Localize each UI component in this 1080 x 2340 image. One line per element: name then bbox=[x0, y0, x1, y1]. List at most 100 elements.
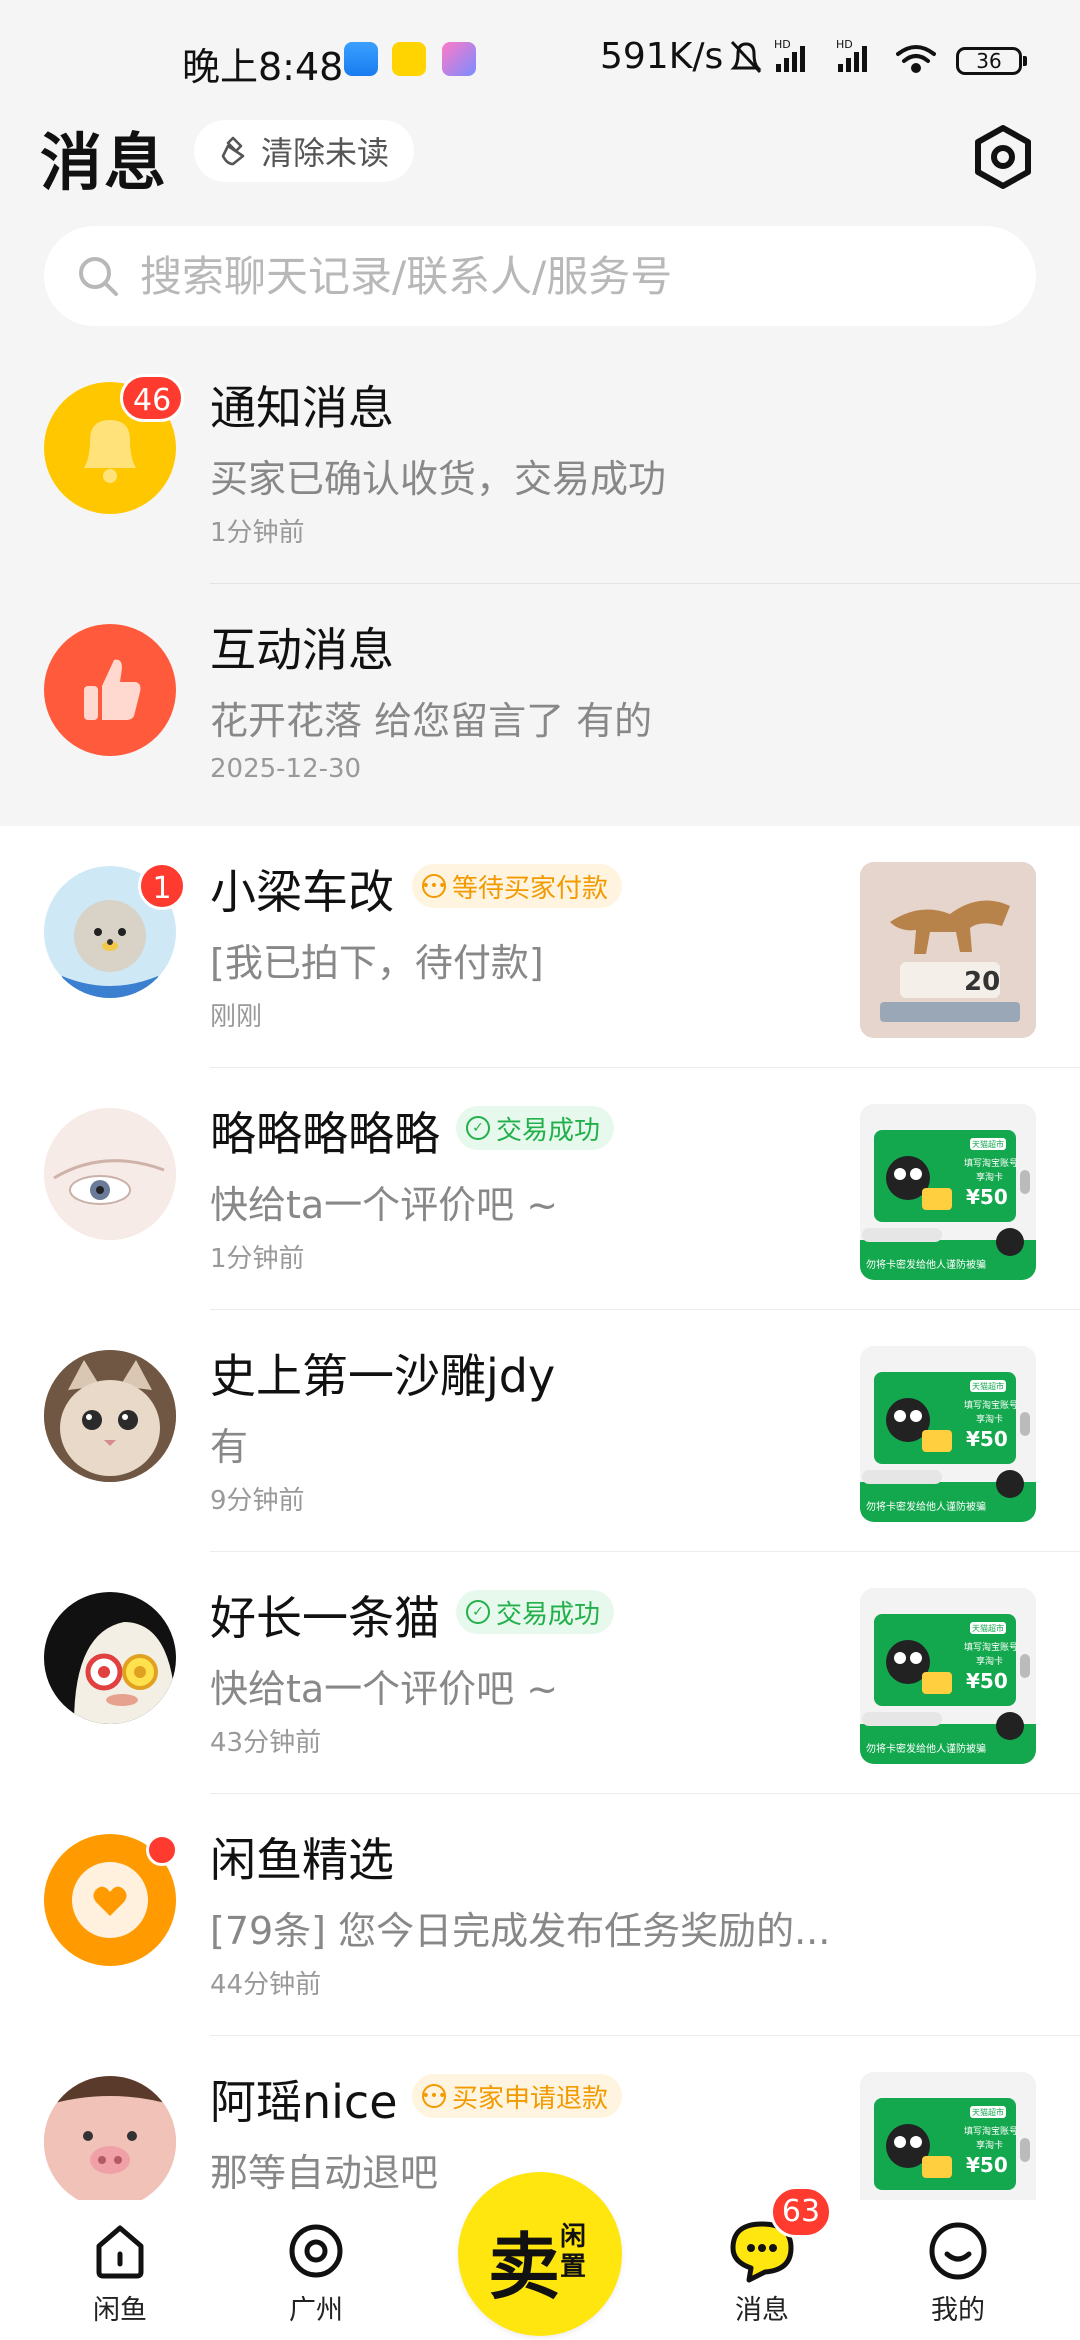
tab-profile[interactable]: 我的 bbox=[888, 2218, 1028, 2338]
chat-row[interactable]: 略略略略略 ✓ 交易成功 快给ta一个评价吧 ~ 1分钟前 天猫超市 填写淘宝账… bbox=[0, 1068, 1080, 1310]
pending-icon: ••• bbox=[422, 2084, 446, 2108]
chat-row[interactable]: 史上第一沙雕jdy 有 9分钟前 天猫超市 填写淘宝账号 享淘卡 ¥50 勿将卡… bbox=[0, 1310, 1080, 1552]
horse-figurine-image: 20 bbox=[860, 862, 1036, 1038]
row-time: 2025-12-30 bbox=[210, 754, 362, 784]
order-status-label: 交易成功 bbox=[496, 1115, 601, 1146]
clear-unread-label: 清除未读 bbox=[260, 134, 389, 172]
app-notification-icon bbox=[442, 42, 476, 76]
tab-home[interactable]: 闲鱼 bbox=[50, 2218, 190, 2338]
row-preview: [79条] 您今日完成发布任务奖励的... bbox=[210, 1909, 831, 1953]
row-preview: 快给ta一个评价吧 ~ bbox=[210, 1183, 559, 1227]
taobao-card-image: 天猫超市 填写淘宝账号 享淘卡 ¥50 勿将卡密发给他人谨防被骗 bbox=[860, 1346, 1036, 1522]
row-preview: 花开花落 给您留言了 有的 bbox=[210, 699, 653, 743]
anime-eye-avatar-icon bbox=[44, 1108, 176, 1240]
cat-photo-avatar-icon bbox=[44, 1350, 176, 1482]
check-circle-icon: ✓ bbox=[466, 1600, 490, 1624]
chat-name: 阿瑶nice bbox=[210, 2075, 398, 2129]
unread-badge: 1 bbox=[138, 862, 186, 910]
notification-messages-row[interactable]: 46 通知消息 买家已确认收货，交易成功 1分钟前 bbox=[0, 342, 1080, 584]
tab-label: 消息 bbox=[735, 2295, 789, 2326]
lollipop-grandma-avatar-icon bbox=[44, 1592, 176, 1724]
smile-face-icon bbox=[929, 2222, 987, 2280]
battery-indicator: 36 bbox=[956, 47, 1027, 75]
item-thumbnail[interactable]: 20 bbox=[860, 862, 1036, 1038]
order-status-tag: ✓ 交易成功 bbox=[456, 1590, 615, 1634]
card-line1: 填写淘宝账号 bbox=[964, 2125, 1018, 2137]
chat-row[interactable]: 闲鱼精选 [79条] 您今日完成发布任务奖励的... 44分钟前 bbox=[0, 1794, 1080, 2036]
row-time: 1分钟前 bbox=[210, 518, 305, 548]
card-brand: 天猫超市 bbox=[972, 2107, 1004, 2117]
unread-badge: 46 bbox=[120, 374, 185, 422]
card-line1: 填写淘宝账号 bbox=[964, 1641, 1018, 1653]
row-time: 1分钟前 bbox=[210, 1244, 305, 1274]
status-icons: HD HD bbox=[730, 38, 936, 74]
card-line1: 填写淘宝账号 bbox=[964, 1157, 1018, 1169]
card-brand: 天猫超市 bbox=[972, 1139, 1004, 1149]
tab-location[interactable]: 广州 bbox=[246, 2218, 386, 2338]
app-notification-icon bbox=[392, 42, 426, 76]
chat-row[interactable]: 好长一条猫 ✓ 交易成功 快给ta一个评价吧 ~ 43分钟前 天猫超市 填写淘宝… bbox=[0, 1552, 1080, 1794]
item-thumbnail[interactable]: 天猫超市 填写淘宝账号 享淘卡 ¥50 勿将卡密发给他人谨防被骗 bbox=[860, 1104, 1036, 1280]
location-icon bbox=[289, 2224, 343, 2278]
broom-icon bbox=[221, 136, 245, 166]
order-status-label: 交易成功 bbox=[496, 1599, 601, 1630]
thumbs-up-icon bbox=[84, 659, 141, 720]
chat-name: 闲鱼精选 bbox=[210, 1833, 394, 1887]
horse-number: 20 bbox=[964, 967, 1000, 997]
item-thumbnail[interactable]: 天猫超市 填写淘宝账号 享淘卡 ¥50 勿将卡密发给他人谨防被骗 bbox=[860, 1588, 1036, 1764]
gear-icon bbox=[975, 125, 1031, 189]
chat-name: 史上第一沙雕jdy bbox=[210, 1349, 556, 1403]
page-title: 消息 bbox=[40, 126, 169, 199]
row-preview: 买家已确认收货，交易成功 bbox=[210, 457, 667, 501]
card-footer: 勿将卡密发给他人谨防被骗 bbox=[866, 1258, 986, 1271]
item-thumbnail[interactable]: 天猫超市 填写淘宝账号 享淘卡 ¥50 bbox=[860, 2072, 1036, 2200]
chat-name: 略略略略略 bbox=[210, 1107, 440, 1161]
chat-name: 好长一条猫 bbox=[210, 1591, 440, 1645]
tab-label: 广州 bbox=[289, 2295, 343, 2326]
card-footer: 勿将卡密发给他人谨防被骗 bbox=[866, 1742, 986, 1755]
order-status-tag: ✓ 交易成功 bbox=[456, 1106, 615, 1150]
card-brand: 天猫超市 bbox=[972, 1381, 1004, 1391]
row-title: 互动消息 bbox=[210, 623, 394, 677]
row-preview: 那等自动退吧 bbox=[210, 2151, 439, 2195]
row-time: 44分钟前 bbox=[210, 1970, 322, 2000]
svg-text:HD: HD bbox=[836, 38, 853, 51]
chat-row[interactable]: 1 小梁车改 ••• 等待买家付款 [我已拍下，待付款] 刚刚 20 bbox=[0, 826, 1080, 1068]
item-thumbnail[interactable]: 天猫超市 填写淘宝账号 享淘卡 ¥50 勿将卡密发给他人谨防被骗 bbox=[860, 1346, 1036, 1522]
card-line2: 享淘卡 bbox=[976, 1655, 1003, 1667]
mute-bell-icon bbox=[730, 40, 762, 74]
order-status-tag: ••• 买家申请退款 bbox=[412, 2074, 623, 2118]
sell-idle-button[interactable]: 卖 闲置 bbox=[458, 2172, 622, 2336]
card-price: ¥50 bbox=[966, 1669, 1008, 1693]
card-line1: 填写淘宝账号 bbox=[964, 1399, 1018, 1411]
clear-unread-button[interactable]: 清除未读 bbox=[194, 120, 414, 182]
taobao-card-image: 天猫超市 填写淘宝账号 享淘卡 ¥50 bbox=[860, 2072, 1036, 2200]
avatar bbox=[44, 1592, 176, 1724]
avatar bbox=[44, 2076, 176, 2200]
row-time: 9分钟前 bbox=[210, 1486, 305, 1516]
card-footer: 勿将卡密发给他人谨防被骗 bbox=[866, 1500, 986, 1513]
interaction-avatar bbox=[44, 624, 176, 756]
status-time: 晚上8:48 bbox=[182, 45, 344, 89]
card-price: ¥50 bbox=[966, 2153, 1008, 2177]
sell-sub-label: 闲置 bbox=[560, 2222, 587, 2282]
row-preview: [我已拍下，待付款] bbox=[210, 941, 544, 985]
row-time: 刚刚 bbox=[210, 1002, 263, 1032]
tab-label: 闲鱼 bbox=[93, 2295, 147, 2326]
search-input[interactable] bbox=[138, 250, 1002, 302]
card-line2: 享淘卡 bbox=[976, 1413, 1003, 1425]
card-line2: 享淘卡 bbox=[976, 2139, 1003, 2151]
chat-name: 小梁车改 bbox=[210, 865, 394, 919]
pending-icon: ••• bbox=[422, 874, 446, 898]
app-notification-icon bbox=[344, 42, 378, 76]
settings-button[interactable] bbox=[968, 122, 1038, 192]
avatar bbox=[44, 1350, 176, 1482]
taobao-card-image: 天猫超市 填写淘宝账号 享淘卡 ¥50 勿将卡密发给他人谨防被骗 bbox=[860, 1104, 1036, 1280]
wifi-icon bbox=[896, 45, 936, 73]
row-preview: 快给ta一个评价吧 ~ bbox=[210, 1667, 559, 1711]
check-circle-icon: ✓ bbox=[466, 1116, 490, 1140]
search-bar[interactable] bbox=[44, 226, 1036, 326]
interaction-messages-row[interactable]: 互动消息 花开花落 给您留言了 有的 2025-12-30 bbox=[0, 584, 1080, 826]
status-bar: 晚上8:48 591K/s HD HD 36 bbox=[0, 0, 1080, 124]
row-title: 通知消息 bbox=[210, 381, 394, 435]
